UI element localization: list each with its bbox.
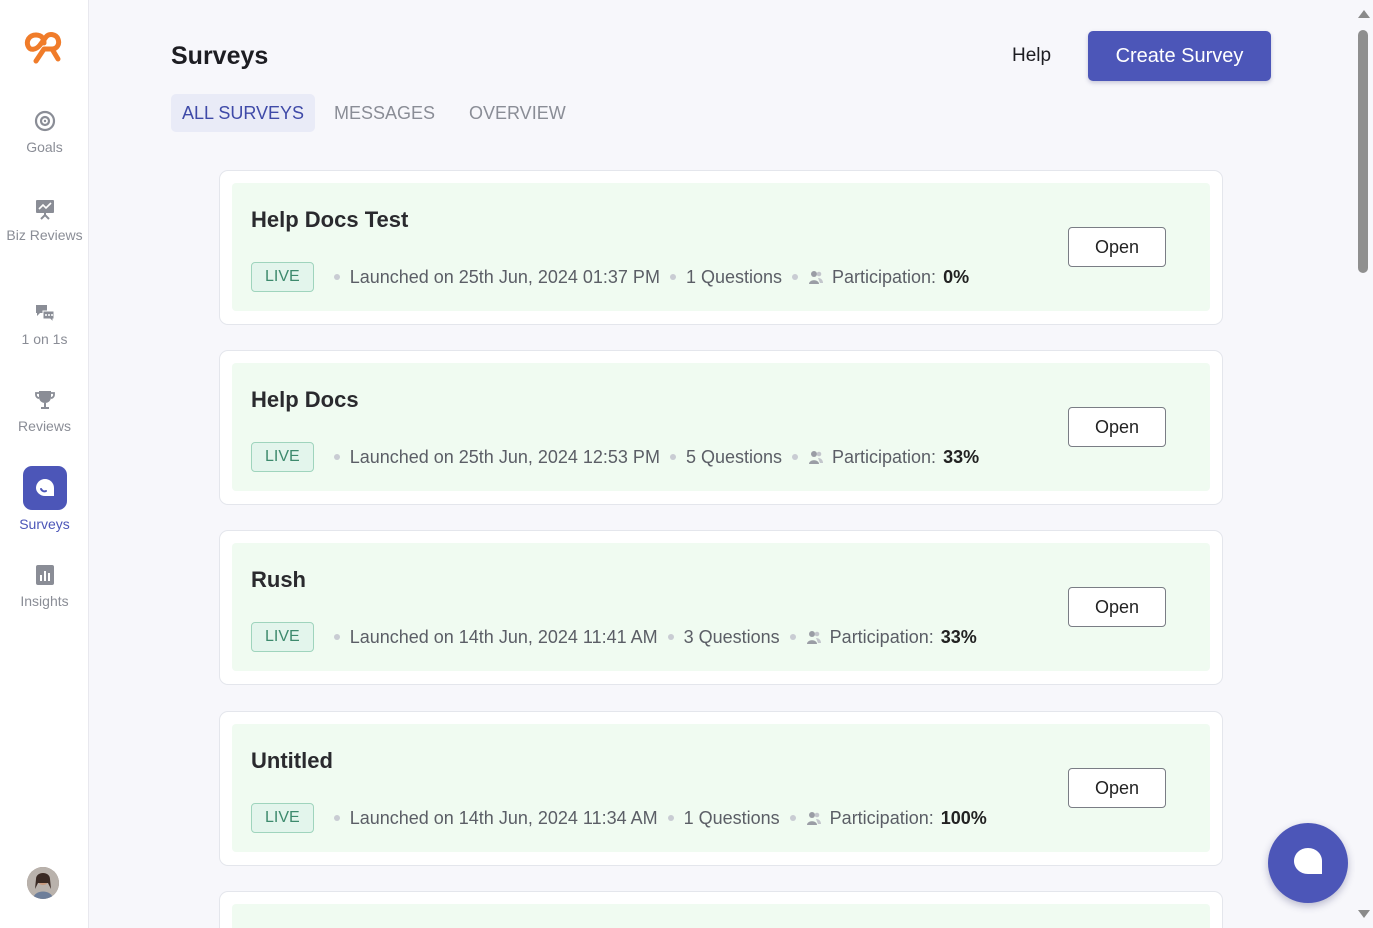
participation-label: Participation: — [832, 266, 937, 287]
scroll-up-arrow-icon[interactable] — [1358, 10, 1370, 18]
participants-icon — [806, 629, 822, 645]
separator-dot — [333, 815, 340, 821]
participants-icon — [808, 269, 824, 285]
page-title: Surveys — [171, 42, 269, 70]
survey-card-body: Help Docs LIVE Launched on 25th Jun, 202… — [232, 363, 1210, 491]
trophy-icon — [33, 388, 57, 412]
separator-dot — [333, 454, 340, 460]
separator-dot — [792, 454, 798, 460]
open-survey-button[interactable]: Open — [1068, 227, 1166, 267]
open-survey-button[interactable]: Open — [1068, 407, 1166, 447]
survey-title: Help Docs — [251, 387, 359, 412]
sidebar-item-label: 1 on 1s — [21, 331, 68, 347]
scroll-down-arrow-icon[interactable] — [1358, 910, 1370, 918]
participation-label: Participation: — [829, 626, 934, 647]
participation-label: Participation: — [832, 446, 937, 467]
separator-dot — [667, 634, 674, 640]
survey-card: Help Docs LIVE Launched on 25th Jun, 202… — [219, 350, 1223, 505]
sidebar-item-insights[interactable]: Insights — [0, 563, 89, 609]
open-survey-button[interactable]: Open — [1068, 768, 1166, 808]
launched-date: Launched on 14th Jun, 2024 11:34 AM — [349, 807, 658, 828]
survey-title: Help Docs Test — [251, 207, 409, 232]
chat-bubbles-icon — [33, 301, 57, 325]
survey-title: Rush — [251, 567, 306, 592]
survey-card-body — [232, 904, 1210, 928]
question-count: 5 Questions — [685, 446, 782, 467]
separator-dot — [669, 454, 676, 460]
separator-dot — [789, 815, 796, 821]
participants-icon — [806, 810, 822, 826]
scrollbar[interactable] — [1355, 0, 1373, 928]
launched-date: Launched on 25th Jun, 2024 01:37 PM — [349, 266, 660, 287]
separator-dot — [669, 274, 676, 280]
survey-card: Rush LIVE Launched on 14th Jun, 2024 11:… — [219, 530, 1223, 685]
status-badge: LIVE — [251, 622, 314, 652]
separator-dot — [333, 634, 340, 640]
separator-dot — [792, 274, 798, 280]
survey-card — [219, 891, 1223, 928]
separator-dot — [333, 274, 340, 280]
survey-card-body: Rush LIVE Launched on 14th Jun, 2024 11:… — [232, 543, 1210, 671]
sidebar-item-label: Biz Reviews — [6, 227, 83, 243]
survey-icon — [22, 466, 67, 510]
separator-dot — [667, 815, 674, 821]
tab-messages[interactable]: MESSAGES — [334, 94, 435, 132]
tab-overview[interactable]: OVERVIEW — [469, 94, 566, 132]
launched-date: Launched on 14th Jun, 2024 11:41 AM — [349, 626, 658, 647]
participation-label: Participation: — [829, 807, 934, 828]
sidebar-item-label: Surveys — [19, 516, 70, 532]
question-count: 3 Questions — [683, 626, 780, 647]
participation-value: 33% — [943, 446, 980, 467]
sidebar-item-label: Goals — [26, 139, 63, 155]
sidebar-item-goals[interactable]: Goals — [0, 109, 89, 155]
survey-title: Untitled — [251, 748, 333, 773]
survey-meta: LIVE Launched on 25th Jun, 2024 01:37 PM… — [251, 262, 969, 292]
sidebar: Goals Biz Reviews 1 on 1s Reviews Survey… — [0, 0, 89, 928]
survey-card-body: Help Docs Test LIVE Launched on 25th Jun… — [232, 183, 1210, 311]
survey-card-body: Untitled LIVE Launched on 14th Jun, 2024… — [232, 724, 1210, 852]
participation-value: 33% — [940, 626, 977, 647]
sidebar-item-label: Insights — [20, 593, 69, 609]
launched-date: Launched on 25th Jun, 2024 12:53 PM — [349, 446, 660, 467]
participation-value: 100% — [940, 807, 987, 828]
question-count: 1 Questions — [683, 807, 780, 828]
tab-all-surveys[interactable]: ALL SURVEYS — [171, 94, 316, 132]
survey-meta: LIVE Launched on 25th Jun, 2024 12:53 PM… — [251, 442, 979, 472]
status-badge: LIVE — [251, 262, 314, 292]
scrollbar-thumb[interactable] — [1358, 30, 1368, 273]
survey-meta: LIVE Launched on 14th Jun, 2024 11:41 AM… — [251, 622, 977, 652]
sidebar-item-surveys[interactable]: Surveys — [0, 466, 89, 532]
help-link[interactable]: Help — [1012, 45, 1051, 67]
survey-card: Untitled LIVE Launched on 14th Jun, 2024… — [219, 711, 1223, 866]
sidebar-item-biz-reviews[interactable]: Biz Reviews — [0, 197, 89, 243]
sidebar-item-1-on-1s[interactable]: 1 on 1s — [0, 301, 89, 347]
create-survey-button[interactable]: Create Survey — [1088, 31, 1271, 81]
chat-launcher-button[interactable] — [1268, 823, 1348, 903]
status-badge: LIVE — [251, 442, 314, 472]
separator-dot — [789, 634, 796, 640]
open-survey-button[interactable]: Open — [1068, 587, 1166, 627]
chat-bubble-icon — [1292, 846, 1324, 881]
sidebar-item-label: Reviews — [18, 418, 71, 434]
bar-chart-icon — [33, 563, 57, 587]
survey-card: Help Docs Test LIVE Launched on 25th Jun… — [219, 170, 1223, 325]
sidebar-item-reviews[interactable]: Reviews — [0, 388, 89, 434]
survey-meta: LIVE Launched on 14th Jun, 2024 11:34 AM… — [251, 803, 987, 833]
question-count: 1 Questions — [685, 266, 782, 287]
target-icon — [33, 109, 57, 133]
app-logo-icon[interactable] — [24, 31, 64, 67]
avatar[interactable] — [27, 867, 59, 899]
presentation-icon — [33, 197, 57, 221]
participation-value: 0% — [943, 266, 970, 287]
participants-icon — [808, 449, 824, 465]
status-badge: LIVE — [251, 803, 314, 833]
